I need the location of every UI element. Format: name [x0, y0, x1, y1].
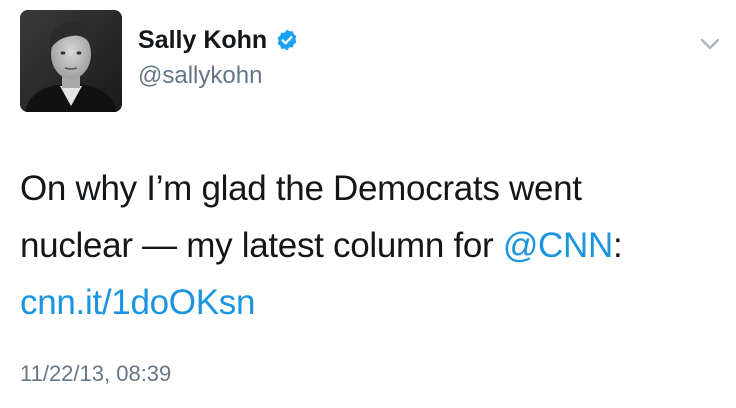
- verified-badge-icon: [277, 29, 297, 51]
- profile-photo-icon: [20, 10, 122, 112]
- tweet-text-line-2: nuclear — my latest column for @CNN:: [20, 217, 720, 274]
- tweet-text-segment: :: [613, 226, 623, 265]
- chevron-down-icon[interactable]: [696, 30, 724, 58]
- author-display-name[interactable]: Sally Kohn: [138, 25, 267, 55]
- tweet-text-line-1: On why I’m glad the Democrats went: [20, 169, 582, 208]
- url-link[interactable]: cnn.it/1doOKsn: [20, 283, 255, 322]
- tweet-card: Sally Kohn @sallykohn On why I’m glad th…: [0, 0, 736, 408]
- mention-link[interactable]: @CNN: [503, 226, 613, 265]
- author-name-row: Sally Kohn: [138, 25, 299, 55]
- tweet-text-segment: nuclear — my latest column for: [20, 226, 503, 265]
- avatar[interactable]: [20, 10, 122, 112]
- tweet-text-line-3: cnn.it/1doOKsn: [20, 274, 720, 331]
- author-handle[interactable]: @sallykohn: [138, 61, 262, 91]
- tweet-timestamp[interactable]: 11/22/13, 08:39: [20, 360, 171, 388]
- tweet-text: On why I’m glad the Democrats went nucle…: [20, 160, 720, 331]
